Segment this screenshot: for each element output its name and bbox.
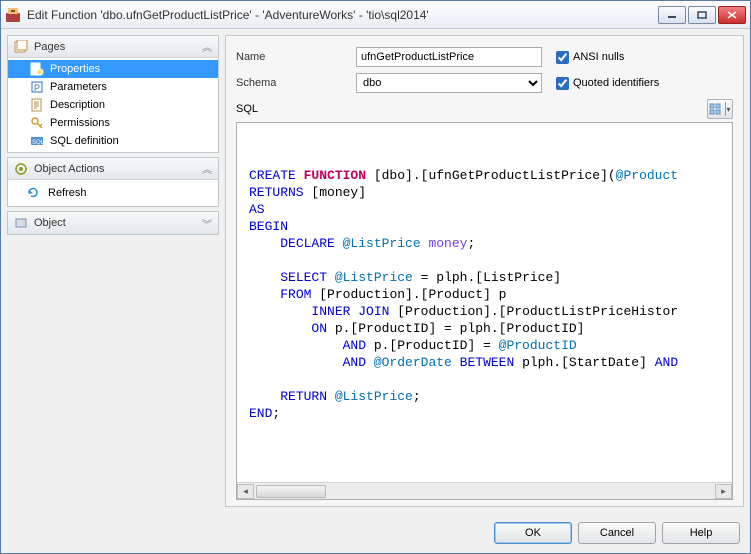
pages-label: Pages: [34, 41, 202, 53]
page-label: Description: [50, 99, 105, 111]
help-button[interactable]: Help: [662, 522, 740, 544]
grid-icon: [709, 103, 721, 115]
name-input[interactable]: [356, 47, 542, 67]
pages-icon: [14, 40, 28, 54]
object-icon: [14, 216, 28, 230]
window-title: Edit Function 'dbo.ufnGetProductListPric…: [27, 8, 658, 22]
maximize-button[interactable]: [688, 6, 716, 24]
object-header[interactable]: Object ︾: [8, 212, 218, 234]
svg-text:P: P: [34, 83, 40, 93]
actions-label: Object Actions: [34, 163, 202, 175]
expand-icon: ︾: [202, 216, 212, 231]
minimize-button[interactable]: [658, 6, 686, 24]
pages-header[interactable]: Pages ︽: [8, 36, 218, 58]
scroll-left-button[interactable]: ◂: [237, 484, 254, 499]
dialog-footer: OK Cancel Help: [1, 513, 750, 553]
schema-select[interactable]: dbo: [356, 73, 542, 93]
parameters-icon: P: [30, 80, 44, 94]
name-label: Name: [236, 51, 356, 63]
sidebar: Pages ︽ Properties P Parameters Descript…: [7, 35, 219, 507]
svg-text:SQL: SQL: [32, 140, 44, 146]
action-label: Refresh: [48, 187, 87, 199]
page-description[interactable]: Description: [8, 96, 218, 114]
cancel-button[interactable]: Cancel: [578, 522, 656, 544]
page-permissions[interactable]: Permissions: [8, 114, 218, 132]
editor-options-button[interactable]: ▾: [707, 99, 733, 119]
collapse-icon: ︽: [202, 39, 212, 54]
dropdown-arrow-icon: ▾: [725, 102, 731, 116]
actions-header[interactable]: Object Actions ︽: [8, 158, 218, 180]
main-panel: Name ANSI nulls Schema dbo Quoted identi…: [225, 35, 744, 507]
page-label: Properties: [50, 63, 100, 75]
object-label: Object: [34, 217, 202, 229]
ok-button[interactable]: OK: [494, 522, 572, 544]
pages-panel: Pages ︽ Properties P Parameters Descript…: [7, 35, 219, 153]
actions-panel: Object Actions ︽ Refresh: [7, 157, 219, 207]
refresh-icon: [26, 186, 40, 200]
permissions-icon: [30, 116, 44, 130]
page-label: Parameters: [50, 81, 107, 93]
sql-editor[interactable]: CREATE FUNCTION [dbo].[ufnGetProductList…: [236, 122, 733, 500]
object-panel: Object ︾: [7, 211, 219, 235]
description-icon: [30, 98, 44, 112]
titlebar[interactable]: Edit Function 'dbo.ufnGetProductListPric…: [1, 1, 750, 29]
sql-label: SQL: [236, 103, 356, 115]
action-refresh[interactable]: Refresh: [8, 182, 218, 204]
page-label: SQL definition: [50, 135, 119, 147]
actions-icon: [14, 162, 28, 176]
properties-icon: [30, 62, 44, 76]
page-parameters[interactable]: P Parameters: [8, 78, 218, 96]
page-properties[interactable]: Properties: [8, 60, 218, 78]
close-button[interactable]: [718, 6, 746, 24]
page-label: Permissions: [50, 117, 110, 129]
page-sql-definition[interactable]: SQL SQL definition: [8, 132, 218, 150]
app-icon: [5, 7, 21, 23]
horizontal-scrollbar[interactable]: ◂ ▸: [237, 482, 732, 499]
scroll-thumb[interactable]: [256, 485, 326, 498]
collapse-icon: ︽: [202, 161, 212, 176]
schema-label: Schema: [236, 77, 356, 89]
scroll-right-button[interactable]: ▸: [715, 484, 732, 499]
sql-icon: SQL: [30, 134, 44, 148]
dialog-window: Edit Function 'dbo.ufnGetProductListPric…: [0, 0, 751, 554]
quoted-identifiers-checkbox[interactable]: Quoted identifiers: [556, 77, 659, 90]
ansi-nulls-checkbox[interactable]: ANSI nulls: [556, 51, 624, 64]
